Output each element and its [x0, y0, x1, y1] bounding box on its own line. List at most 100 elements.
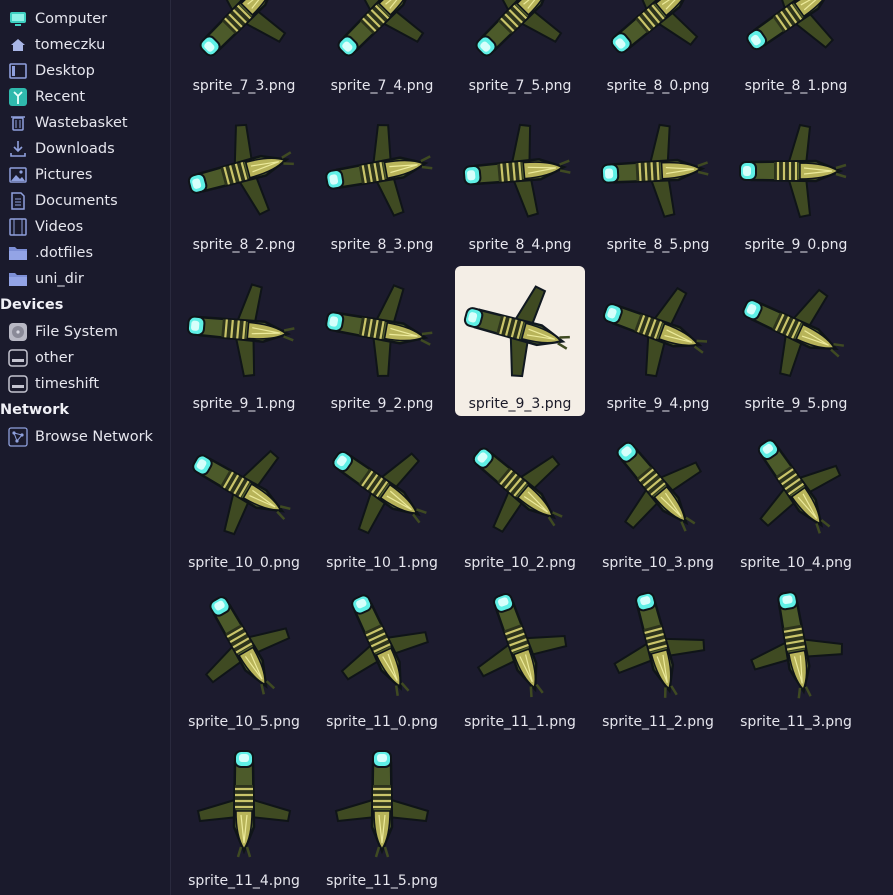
sidebar-device-filesystem[interactable]: File System	[0, 319, 171, 345]
sprite-thumbnail	[462, 123, 571, 218]
file-name: sprite_10_4.png	[740, 555, 852, 571]
sprite-thumbnail	[463, 285, 570, 378]
sidebar-item-videos[interactable]: Videos	[0, 214, 171, 240]
sidebar-network-browse[interactable]: Browse Network	[0, 424, 171, 450]
sidebar-item-downloads[interactable]: Downloads	[0, 136, 171, 162]
file-name: sprite_8_2.png	[192, 237, 296, 253]
file-item[interactable]: sprite_7_4.png	[317, 0, 447, 98]
file-item[interactable]: sprite_10_0.png	[179, 425, 309, 575]
pictures-icon	[7, 164, 29, 186]
file-item[interactable]: sprite_10_5.png	[179, 584, 309, 734]
sidebar-device-timeshift[interactable]: timeshift	[0, 371, 171, 397]
file-item[interactable]: sprite_9_1.png	[179, 266, 309, 416]
sidebar-item-documents[interactable]: Documents	[0, 188, 171, 214]
sidebar-item-label: Computer	[35, 11, 108, 27]
sprite-thumbnail	[613, 591, 706, 698]
file-name: sprite_7_4.png	[330, 78, 434, 94]
file-name: sprite_11_1.png	[464, 714, 576, 730]
sidebar-item-tomeczku[interactable]: tomeczku	[0, 32, 171, 58]
sidebar: Computer tomeczku Desktop Recent Wastebasket…	[0, 0, 171, 895]
file-name: sprite_9_4.png	[606, 396, 710, 412]
sidebar-item-label: Browse Network	[35, 429, 153, 445]
folder-icon	[7, 242, 29, 264]
sprite-thumbnail	[204, 596, 291, 695]
network-icon	[7, 426, 29, 448]
sprite-thumbnail	[334, 750, 430, 858]
file-grid: sprite_7_3.png sprite_7_4.png sprite_7_5.p…	[172, 0, 893, 895]
desktop-icon	[7, 60, 29, 82]
drive-icon	[7, 373, 29, 395]
file-item[interactable]: sprite_11_4.png	[179, 743, 309, 893]
file-name: sprite_10_1.png	[326, 555, 438, 571]
file-name: sprite_11_4.png	[188, 873, 300, 889]
sidebar-item-label: Recent	[35, 89, 86, 105]
download-icon	[7, 138, 29, 160]
sidebar-item-computer[interactable]: Computer	[0, 6, 171, 32]
sprite-thumbnail	[196, 750, 292, 858]
file-item[interactable]: sprite_7_5.png	[455, 0, 585, 98]
file-item[interactable]: sprite_7_3.png	[179, 0, 309, 98]
sidebar-item-dotfiles[interactable]: .dotfiles	[0, 240, 171, 266]
sidebar-item-unidir[interactable]: uni_dir	[0, 266, 171, 292]
file-name: sprite_11_5.png	[326, 873, 438, 889]
file-item[interactable]: sprite_9_0.png	[731, 107, 861, 257]
drive-icon	[7, 347, 29, 369]
sidebar-item-label: Videos	[35, 219, 84, 235]
devices-header: Devices	[0, 297, 64, 313]
filesystem-icon	[7, 321, 29, 343]
file-item[interactable]: sprite_11_2.png	[593, 584, 723, 734]
sprite-thumbnail	[337, 0, 425, 57]
file-item[interactable]: sprite_10_1.png	[317, 425, 447, 575]
file-item[interactable]: sprite_10_3.png	[593, 425, 723, 575]
sprite-thumbnail	[739, 123, 847, 219]
sidebar-item-label: other	[35, 350, 74, 366]
file-item[interactable]: sprite_9_3.png	[455, 266, 585, 416]
sprite-thumbnail	[199, 0, 287, 57]
file-item[interactable]: sprite_8_1.png	[731, 0, 861, 98]
sprite-thumbnail	[332, 450, 427, 535]
sprite-thumbnail	[192, 449, 291, 536]
documents-icon	[7, 190, 29, 212]
file-name: sprite_11_0.png	[326, 714, 438, 730]
file-item[interactable]: sprite_11_3.png	[731, 584, 861, 734]
sidebar-item-wastebasket[interactable]: Wastebasket	[0, 110, 171, 136]
file-item[interactable]: sprite_8_0.png	[593, 0, 723, 98]
sidebar-item-label: Pictures	[35, 167, 93, 183]
sprite-thumbnail	[600, 123, 709, 218]
sidebar-item-desktop[interactable]: Desktop	[0, 58, 171, 84]
sidebar-item-label: Desktop	[35, 63, 95, 79]
file-name: sprite_11_3.png	[740, 714, 852, 730]
sidebar-device-other[interactable]: other	[0, 345, 171, 371]
file-name: sprite_9_5.png	[744, 396, 848, 412]
file-name: sprite_10_2.png	[464, 555, 576, 571]
file-name: sprite_8_0.png	[606, 78, 710, 94]
sidebar-item-recent[interactable]: Recent	[0, 84, 171, 110]
file-item[interactable]: sprite_8_3.png	[317, 107, 447, 257]
file-name: sprite_9_0.png	[744, 237, 848, 253]
sprite-thumbnail	[750, 591, 844, 699]
file-item[interactable]: sprite_8_2.png	[179, 107, 309, 257]
file-item[interactable]: sprite_8_5.png	[593, 107, 723, 257]
file-name: sprite_8_4.png	[468, 237, 572, 253]
sprite-thumbnail	[475, 0, 563, 57]
file-item[interactable]: sprite_11_0.png	[317, 584, 447, 734]
sprite-thumbnail	[187, 123, 294, 216]
file-item[interactable]: sprite_11_5.png	[317, 743, 447, 893]
file-item[interactable]: sprite_9_5.png	[731, 266, 861, 416]
file-item[interactable]: sprite_11_1.png	[455, 584, 585, 734]
file-item[interactable]: sprite_8_4.png	[455, 107, 585, 257]
file-item[interactable]: sprite_10_2.png	[455, 425, 585, 575]
sprite-thumbnail	[757, 439, 842, 534]
sidebar-item-label: timeshift	[35, 376, 100, 392]
file-name: sprite_10_5.png	[188, 714, 300, 730]
file-item[interactable]: sprite_9_2.png	[317, 266, 447, 416]
file-item[interactable]: sprite_10_4.png	[731, 425, 861, 575]
sprite-thumbnail	[742, 288, 845, 377]
sidebar-item-label: uni_dir	[35, 271, 84, 287]
computer-icon	[7, 8, 29, 30]
sprite-thumbnail	[186, 283, 295, 378]
sidebar-item-label: Wastebasket	[35, 115, 128, 131]
file-name: sprite_8_5.png	[606, 237, 710, 253]
file-item[interactable]: sprite_9_4.png	[593, 266, 723, 416]
sidebar-item-pictures[interactable]: Pictures	[0, 162, 171, 188]
